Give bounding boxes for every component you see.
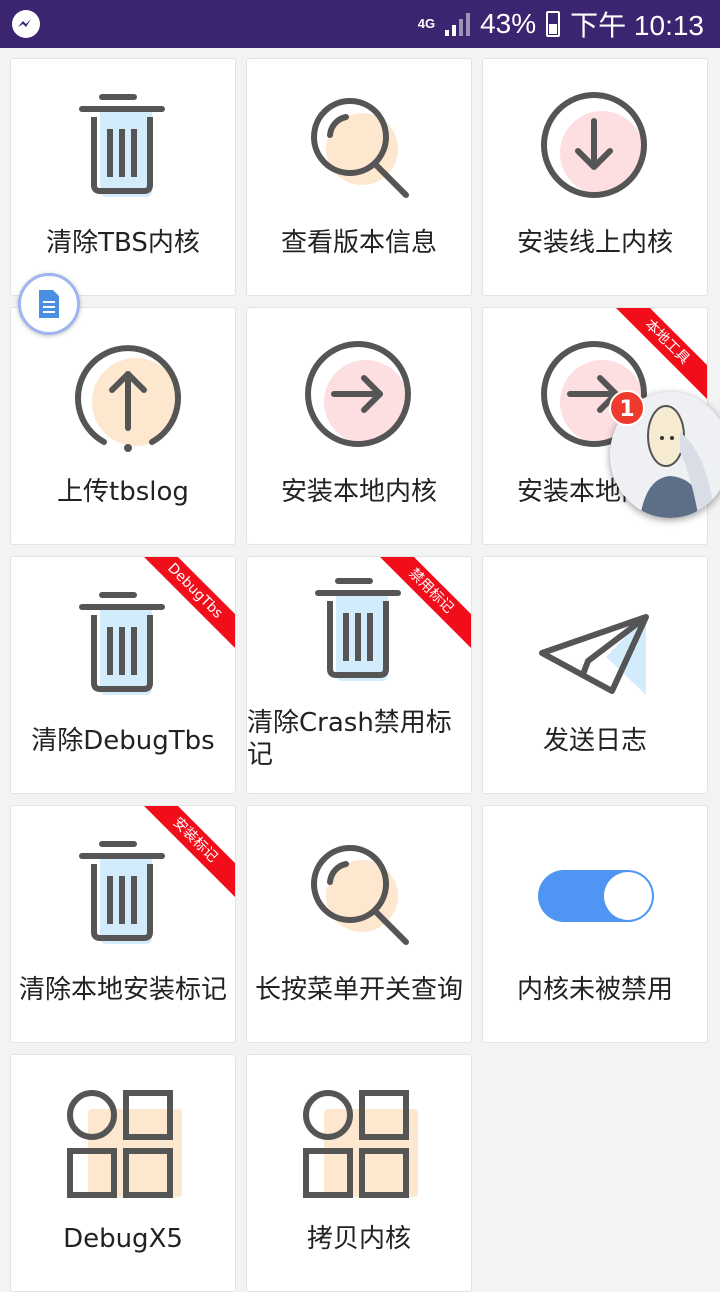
copy-core-button[interactable]: 拷贝内核 [246, 1054, 472, 1292]
trash-icon [315, 578, 401, 681]
clear-local-install-flag-button[interactable]: 清除本地安装标记 安装标记 [10, 805, 236, 1043]
trash-icon [79, 592, 165, 695]
search-icon [311, 845, 409, 945]
messenger-icon [12, 10, 40, 38]
item-label: 查看版本信息 [280, 228, 437, 258]
long-press-menu-query-button[interactable]: 长按菜单开关查询 [246, 805, 472, 1043]
battery-percent: 43% [480, 8, 537, 39]
view-version-button[interactable]: 查看版本信息 [246, 58, 472, 296]
notification-badge: 1 [609, 390, 645, 426]
item-label: 上传tbslog [57, 477, 189, 507]
trash-icon [79, 841, 165, 944]
clear-crash-disable-flag-button[interactable]: 清除Crash禁用标记 禁用标记 [246, 556, 472, 794]
clock: 下午 10:13 [570, 10, 704, 41]
clear-tbs-core-button[interactable]: 清除TBS内核 [10, 58, 236, 296]
item-label: 清除TBS内核 [46, 228, 200, 258]
item-label: 清除本地安装标记 [18, 975, 227, 1005]
install-local-core-button[interactable]: 安装本地内核 [246, 307, 472, 545]
send-icon [539, 614, 649, 695]
upload-icon [75, 345, 181, 452]
network-type: 4G [417, 16, 436, 31]
install-online-core-button[interactable]: 安装线上内核 [482, 58, 708, 296]
item-label: 拷贝内核 [306, 1224, 411, 1254]
debugx5-button[interactable]: DebugX5 [10, 1054, 236, 1292]
item-label: 安装线上内核 [516, 228, 673, 258]
trash-icon [79, 94, 165, 197]
clear-debugtbs-button[interactable]: 清除DebugTbs DebugTbs [10, 556, 236, 794]
search-icon [311, 98, 409, 198]
grid-icon [67, 1090, 182, 1198]
item-label: 清除Crash禁用标记 [247, 708, 452, 770]
item-label: DebugX5 [63, 1224, 183, 1254]
core-disable-toggle[interactable]: 内核未被禁用 [482, 805, 708, 1043]
grid-icon [303, 1090, 418, 1198]
send-log-button[interactable]: 发送日志 [482, 556, 708, 794]
status-bar: 4G 43% 下午 10:13 [0, 0, 720, 48]
item-label: 安装本地内核 [280, 477, 437, 507]
item-label: 发送日志 [542, 726, 647, 756]
upload-tbslog-button[interactable]: 上传tbslog [10, 307, 236, 545]
signal-icon [445, 12, 471, 36]
item-label: 内核未被禁用 [516, 975, 673, 1005]
battery-icon [546, 11, 561, 37]
floating-doc-button[interactable] [18, 273, 80, 335]
document-icon [39, 290, 59, 318]
item-label: 清除DebugTbs [31, 726, 215, 756]
toggle-on-icon [538, 870, 654, 922]
download-icon [541, 92, 647, 198]
arrow-right-icon [305, 341, 411, 447]
item-label: 长按菜单开关查询 [254, 975, 463, 1005]
